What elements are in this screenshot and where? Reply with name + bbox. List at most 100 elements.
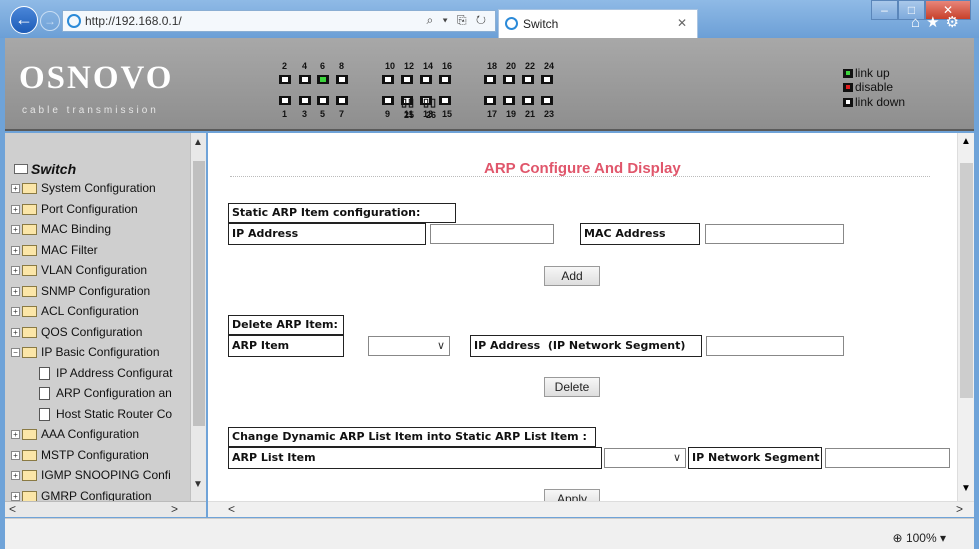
home-favorites-settings-icons[interactable]: ⌂★⚙ [911,13,965,31]
legend-link-down: link down [843,95,906,109]
port-icon [382,72,394,84]
scroll-right-icon[interactable]: > [171,502,178,516]
expand-icon[interactable]: + [11,430,20,440]
collapse-icon[interactable]: − [11,348,20,358]
expand-icon[interactable]: + [11,450,20,460]
sidebar-item[interactable]: + MAC Filter [11,243,98,263]
delete-button[interactable]: Delete [544,377,600,397]
content-frame: ARP Configure And Display Static ARP Ite… [208,133,974,501]
content-hscrollbar[interactable]: < > [208,501,974,517]
legend-label: link down [855,95,906,109]
expand-icon[interactable]: + [11,204,20,214]
sidebar-item[interactable]: + MSTP Configuration [11,448,149,468]
port-icon [439,93,451,105]
scroll-down-icon[interactable]: ▼ [193,479,203,490]
port-number: 2 [282,61,288,71]
folder-icon [22,265,37,277]
sidebar-hscrollbar[interactable]: < > [5,501,206,517]
port-icon [541,72,553,84]
port-icon [317,93,329,105]
sidebar-item[interactable]: + AAA Configuration [11,427,139,447]
expand-icon[interactable]: + [11,225,20,235]
zoom-value: 100% [905,531,937,545]
document-icon [39,366,50,380]
scroll-up-icon[interactable]: ▲ [961,136,971,147]
apply-button[interactable]: Apply [544,489,600,501]
port-number: 12 [404,61,415,71]
sidebar-subitem[interactable]: Host Static Router Co [39,407,172,427]
folder-open-icon [14,164,28,174]
network-segment-input[interactable] [825,448,950,468]
expand-icon[interactable]: + [11,286,20,296]
sidebar-item-label: QOS Configuration [41,324,143,339]
tab-switch[interactable]: Switch ✕ [498,9,698,38]
arp-item-select[interactable]: ∨ [368,336,450,356]
ip-address-input[interactable] [430,224,554,244]
scroll-down-icon[interactable]: ▼ [961,483,971,494]
folder-icon [22,449,37,461]
sidebar-item-label: SNMP Configuration [41,283,151,298]
disable-icon [843,82,853,92]
port-icon [299,93,311,105]
sidebar-item-label: VLAN Configuration [41,263,148,277]
mac-address-input[interactable] [705,224,844,244]
expand-icon[interactable]: + [11,307,20,317]
scroll-thumb[interactable] [193,161,205,426]
sidebar-item[interactable]: + Port Configuration [11,202,138,222]
sidebar-item[interactable]: + ACL Configuration [11,304,139,324]
scroll-right-icon[interactable]: > [956,502,963,516]
arp-list-select[interactable]: ∨ [604,448,686,468]
scroll-left-icon[interactable]: < [228,502,235,516]
port-icon [439,72,451,84]
sidebar-item[interactable]: + System Configuration [11,181,156,201]
back-icon[interactable]: ← [10,6,38,34]
expand-icon[interactable]: + [11,245,20,255]
sidebar-item[interactable]: + QOS Configuration [11,325,142,345]
zoom-level[interactable]: ⊕ 100% ▾ [893,531,946,545]
sidebar-subitem[interactable]: ARP Configuration an [39,386,172,406]
expand-icon[interactable]: + [11,471,20,481]
address-url[interactable]: http://192.168.0.1/ [85,14,182,28]
expand-icon[interactable]: + [11,491,20,501]
minimize-icon[interactable]: – [871,0,898,20]
sidebar-item[interactable]: + MAC Binding [11,222,111,242]
sidebar-item[interactable]: + SNMP Configuration [11,284,150,304]
ip-segment-label: IP Address (IP Network Segment) [470,335,702,357]
port-number: 15 [442,109,453,119]
scroll-up-icon[interactable]: ▲ [193,137,203,148]
sidebar-item-label: ACL Configuration [41,304,139,318]
address-bar[interactable]: http://192.168.0.1/ ⌕ ▾ ⎘ ↻ [62,10,496,32]
sidebar-scrollbar[interactable]: ▲ ▼ [190,133,206,514]
delete-arp-heading: Delete ARP Item: [228,315,344,335]
sidebar-item-label: Port Configuration [41,201,138,216]
sidebar-item[interactable]: + VLAN Configuration [11,263,147,283]
sidebar-item[interactable]: − IP Basic Configuration [11,345,160,365]
add-button[interactable]: Add [544,266,600,286]
sidebar-subitem[interactable]: IP Address Configurat [39,366,173,386]
scroll-thumb[interactable] [960,163,973,398]
port-number: 7 [339,109,345,119]
legend-link-up: link up [843,66,890,80]
port-number: 8 [339,61,345,71]
delete-ip-input[interactable] [706,336,844,356]
arp-item-label: ARP Item [228,335,344,357]
scroll-left-icon[interactable]: < [9,502,16,516]
search-refresh-icon[interactable]: ⌕ ▾ ⎘ ↻ [427,13,489,28]
expand-icon[interactable]: + [11,327,20,337]
forward-icon[interactable]: → [40,11,60,31]
sidebar-subitem-label: ARP Configuration an [56,386,172,400]
link-up-icon [843,68,853,78]
tab-ie-icon [505,17,518,30]
port-icon [503,93,515,105]
content-scrollbar[interactable]: ▲ ▼ [957,133,974,501]
expand-icon[interactable]: + [11,184,20,194]
close-tab-icon[interactable]: ✕ [677,16,687,30]
tree-root[interactable]: Switch [31,161,76,177]
expand-icon[interactable]: + [11,266,20,276]
sidebar-item[interactable]: + IGMP SNOOPING Confi [11,468,171,488]
arp-item-label-text: ARP Item [232,339,290,352]
change-arp-heading: Change Dynamic ARP List Item into Static… [228,427,596,447]
ip-address-label: IP Address [228,223,426,245]
sidebar-item-label: AAA Configuration [41,427,140,441]
port-icon [336,93,348,105]
